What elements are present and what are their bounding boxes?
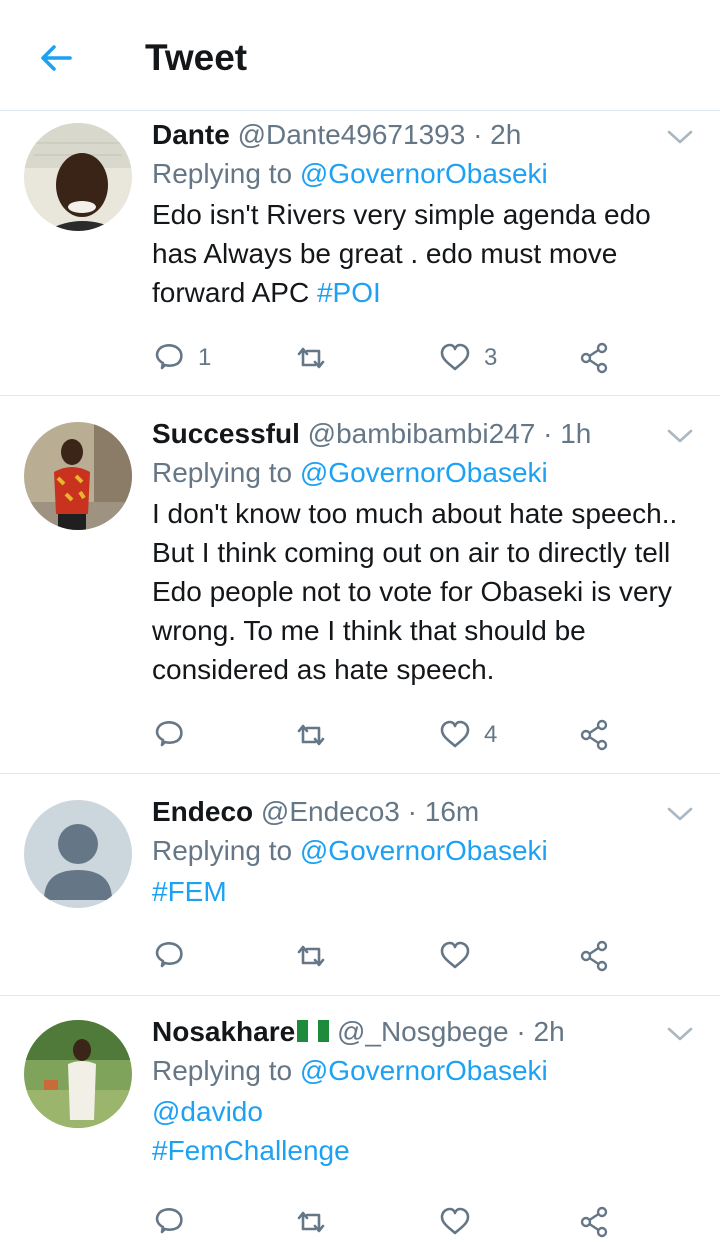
hashtag-link[interactable]: #FEM <box>152 876 227 907</box>
reply-tweet[interactable]: Dante @Dante49671393 · 2h Replying to @G… <box>0 111 720 396</box>
reply-icon <box>155 344 183 370</box>
tweet-meta: Successful @bambibambi247 · 1h <box>152 416 696 452</box>
avatar[interactable] <box>24 422 132 530</box>
reply-tweet[interactable]: Successful @bambibambi247 · 1h Replying … <box>0 396 720 774</box>
reply-button[interactable]: 1 <box>152 338 211 378</box>
retweet-icon <box>297 945 325 967</box>
timestamp: · 1h <box>543 418 592 449</box>
retweet-icon <box>297 1211 325 1233</box>
chevron-down-icon[interactable] <box>666 422 694 450</box>
share-button[interactable] <box>578 338 612 378</box>
chevron-down-icon[interactable] <box>666 123 694 151</box>
reply-icon <box>155 1208 183 1234</box>
reply-button[interactable] <box>152 1202 186 1242</box>
share-icon <box>580 1206 608 1238</box>
author-name[interactable]: Nosakhare <box>152 1016 295 1047</box>
author-handle[interactable]: @Endeco3 <box>261 796 400 827</box>
like-button[interactable]: 3 <box>438 338 497 378</box>
share-button[interactable] <box>578 936 612 976</box>
replying-to: Replying to @GovernorObaseki <box>152 158 548 189</box>
chevron-down-icon[interactable] <box>666 800 694 828</box>
reply-button[interactable] <box>152 936 198 976</box>
share-button[interactable] <box>578 1202 612 1242</box>
tweet-text: I don't know too much about hate speech.… <box>152 498 678 685</box>
mention-link[interactable]: @GovernorObaseki <box>300 835 548 866</box>
nigeria-flag-icon <box>297 1015 330 1042</box>
retweet-icon <box>297 347 325 369</box>
share-button[interactable] <box>578 715 612 755</box>
reply-tweet[interactable]: Nosakhare @_Nosgbege · 2h Replying to @G… <box>0 996 720 1238</box>
reply-icon <box>155 942 183 968</box>
author-handle[interactable]: @_Nosgbege <box>337 1016 509 1047</box>
replying-to: Replying to @GovernorObaseki <box>152 457 548 488</box>
replying-to: Replying to @GovernorObaseki <box>152 1055 548 1086</box>
retweet-button[interactable] <box>294 936 340 976</box>
mention-link[interactable]: @davido <box>152 1092 696 1131</box>
like-count: 4 <box>484 721 498 748</box>
tweet-text: #FEM <box>152 872 696 911</box>
reply-button[interactable] <box>152 715 198 755</box>
tweet-meta: Endeco @Endeco3 · 16m <box>152 794 696 830</box>
mention-link[interactable]: @GovernorObaseki <box>300 158 548 189</box>
retweet-button[interactable] <box>294 1202 328 1242</box>
author-handle[interactable]: @Dante49671393 <box>238 119 466 150</box>
back-arrow-icon[interactable] <box>34 36 78 80</box>
author-name[interactable]: Dante <box>152 119 230 150</box>
timestamp: · 2h <box>516 1016 565 1047</box>
share-icon <box>580 940 608 972</box>
replying-to: Replying to @GovernorObaseki <box>152 835 548 866</box>
avatar[interactable] <box>24 123 132 231</box>
hashtag-link[interactable]: #POI <box>317 277 381 308</box>
page-title: Tweet <box>145 37 248 78</box>
tweet-text: @davido #FemChallenge <box>152 1092 696 1170</box>
tweet-text: Edo isn't Rivers very simple agenda edo … <box>152 199 651 308</box>
author-name[interactable]: Endeco <box>152 796 253 827</box>
like-button[interactable]: 4 <box>438 715 497 755</box>
timestamp: · 16m <box>407 796 480 827</box>
timestamp: · 2h <box>473 119 522 150</box>
retweet-button[interactable] <box>294 715 340 755</box>
top-bar: Tweet <box>0 0 720 111</box>
share-icon <box>580 342 608 374</box>
reply-tweet[interactable]: Endeco @Endeco3 · 16m Replying to @Gover… <box>0 774 720 996</box>
reply-icon <box>155 721 183 747</box>
like-count: 3 <box>484 344 498 371</box>
author-handle[interactable]: @bambibambi247 <box>308 418 536 449</box>
avatar[interactable] <box>24 1020 132 1128</box>
share-icon <box>580 719 608 751</box>
mention-link[interactable]: @GovernorObaseki <box>300 457 548 488</box>
retweet-button[interactable] <box>294 338 340 378</box>
tweet-meta: Nosakhare @_Nosgbege · 2h <box>152 1014 696 1050</box>
heart-icon <box>440 720 470 748</box>
like-button[interactable] <box>438 936 484 976</box>
heart-icon <box>440 941 470 969</box>
heart-icon <box>440 1207 470 1235</box>
heart-icon <box>440 343 470 371</box>
hashtag-link[interactable]: #FemChallenge <box>152 1131 696 1170</box>
mention-link[interactable]: @GovernorObaseki <box>300 1055 548 1086</box>
reply-count: 1 <box>198 344 212 371</box>
tweet-meta: Dante @Dante49671393 · 2h <box>152 117 696 153</box>
author-name[interactable]: Successful <box>152 418 300 449</box>
avatar[interactable] <box>24 800 132 908</box>
retweet-icon <box>297 724 325 746</box>
chevron-down-icon[interactable] <box>666 1020 694 1048</box>
like-button[interactable] <box>438 1202 472 1242</box>
